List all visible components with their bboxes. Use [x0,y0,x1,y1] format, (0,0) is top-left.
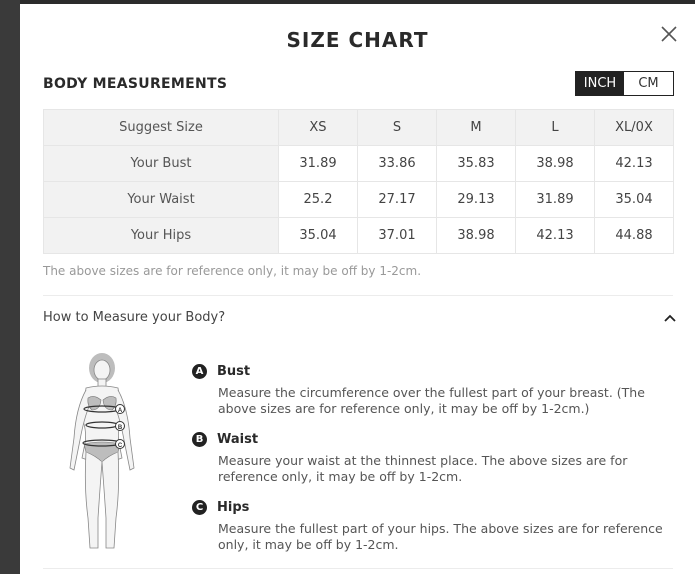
measure-title: Bust [217,364,251,379]
table-cell: 35.04 [278,217,358,254]
table-cell: 38.98 [436,217,516,254]
measure-item-waist: B Waist Measure your waist at the thinne… [192,432,672,485]
body-figure-icon: A B C [69,353,135,549]
figure-marker-b: B [118,425,123,431]
close-icon[interactable] [659,24,679,44]
measure-item-bust: A Bust Measure the circumference over th… [192,364,672,417]
table-cell: 31.89 [278,145,358,182]
unit-toggle: INCH CM [575,71,674,96]
reference-note: The above sizes are for reference only, … [43,264,422,278]
header-size-s: S [357,109,437,146]
table-cell: 33.86 [357,145,437,182]
size-table: Suggest Size XS S M L XL/0X Your Bust 31… [43,109,674,254]
table-cell: 37.01 [357,217,437,254]
row-label: Your Waist [43,181,279,218]
figure-marker-a: A [118,408,123,414]
table-header-row: Suggest Size XS S M L XL/0X [43,109,674,146]
header-label: Suggest Size [43,109,279,146]
divider [43,295,673,296]
table-cell: 25.2 [278,181,358,218]
measure-heading: C Hips [192,500,672,515]
badge-b: B [192,432,207,447]
header-size-l: L [515,109,595,146]
divider [43,568,673,569]
measure-title: Waist [217,432,259,447]
header-size-xs: XS [278,109,358,146]
chevron-up-icon [664,314,676,322]
figure-marker-c: C [118,443,123,449]
row-label: Your Hips [43,217,279,254]
table-cell: 31.89 [515,181,595,218]
measure-heading: B Waist [192,432,672,447]
measure-description: Measure the fullest part of your hips. T… [218,521,663,552]
measure-description: Measure your waist at the thinnest place… [218,453,628,484]
table-cell: 35.83 [436,145,516,182]
table-cell: 38.98 [515,145,595,182]
measure-description: Measure the circumference over the fulle… [218,385,645,416]
measure-title: Hips [217,500,250,515]
header-size-m: M [436,109,516,146]
badge-c: C [192,500,207,515]
badge-a: A [192,364,207,379]
page-backdrop [0,0,20,574]
measure-item-hips: C Hips Measure the fullest part of your … [192,500,672,553]
table-row: Your Hips 35.04 37.01 38.98 42.13 44.88 [43,217,674,254]
table-cell: 35.04 [594,181,674,218]
modal-title: SIZE CHART [286,28,429,52]
measure-heading: A Bust [192,364,672,379]
unit-cm-button[interactable]: CM [624,72,673,95]
unit-inch-button[interactable]: INCH [576,72,624,95]
size-chart-modal: SIZE CHART BODY MEASUREMENTS INCH CM Sug… [20,4,695,574]
row-label: Your Bust [43,145,279,182]
table-cell: 42.13 [515,217,595,254]
table-cell: 29.13 [436,181,516,218]
body-measurements-title: BODY MEASUREMENTS [43,76,228,92]
table-cell: 27.17 [357,181,437,218]
how-to-measure-label: How to Measure your Body? [43,310,226,325]
table-cell: 44.88 [594,217,674,254]
header-size-xl: XL/0X [594,109,674,146]
table-row: Your Waist 25.2 27.17 29.13 31.89 35.04 [43,181,674,218]
table-cell: 42.13 [594,145,674,182]
how-to-measure-toggle[interactable]: How to Measure your Body? [43,310,677,328]
table-row: Your Bust 31.89 33.86 35.83 38.98 42.13 [43,145,674,182]
